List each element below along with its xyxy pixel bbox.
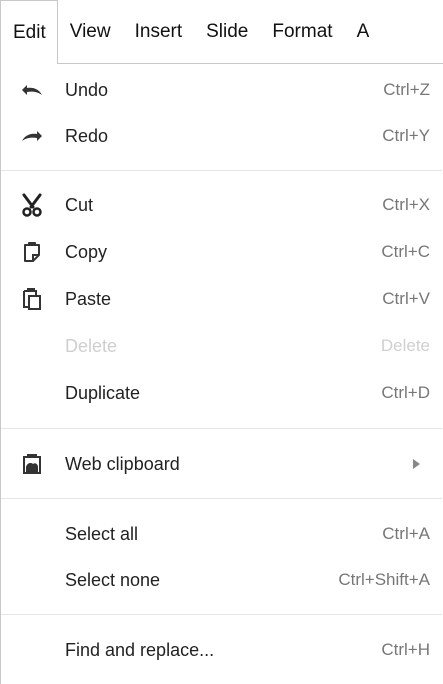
select-all-label: Select all [65, 523, 139, 544]
undo-icon [19, 77, 45, 103]
menu-view[interactable]: View [58, 0, 123, 64]
menu-item-cut[interactable]: Cut Ctrl+X [1, 185, 442, 225]
undo-shortcut: Ctrl+Z [383, 80, 430, 99]
menu-item-undo[interactable]: Undo Ctrl+Z [1, 70, 442, 110]
menu-item-paste[interactable]: Paste Ctrl+V [1, 279, 442, 319]
menu-item-redo[interactable]: Redo Ctrl+Y [1, 116, 442, 156]
copy-shortcut: Ctrl+C [381, 242, 430, 261]
menu-insert[interactable]: Insert [123, 0, 195, 64]
select-none-label: Select none [65, 569, 161, 590]
menu-item-duplicate[interactable]: Duplicate Ctrl+D [1, 373, 442, 413]
redo-icon [19, 123, 45, 149]
delete-label: Delete [65, 335, 118, 356]
menu-item-web-clipboard[interactable]: Web clipboard [1, 444, 442, 484]
menu-item-copy[interactable]: Copy Ctrl+C [1, 232, 442, 272]
menu-item-select-none[interactable]: Select none Ctrl+Shift+A [1, 560, 442, 600]
separator [1, 614, 442, 615]
edit-dropdown-menu: Undo Ctrl+Z Redo Ctrl+Y Cut Ctrl+X Copy … [0, 63, 443, 684]
scissors-icon [19, 192, 45, 218]
separator [1, 498, 442, 499]
undo-label: Undo [65, 79, 109, 100]
copy-icon [19, 239, 45, 265]
menu-item-delete: Delete Delete [1, 326, 442, 366]
select-none-shortcut: Ctrl+Shift+A [338, 570, 430, 589]
find-replace-label: Find and replace... [65, 639, 215, 660]
submenu-arrow-icon [413, 459, 420, 469]
menu-item-select-all[interactable]: Select all Ctrl+A [1, 514, 442, 554]
paste-shortcut: Ctrl+V [382, 289, 430, 308]
duplicate-shortcut: Ctrl+D [381, 383, 430, 402]
clipboard-icon [19, 451, 45, 477]
separator [1, 170, 442, 171]
find-replace-shortcut: Ctrl+H [381, 640, 430, 659]
web-clipboard-label: Web clipboard [65, 453, 180, 474]
cut-label: Cut [65, 194, 94, 215]
delete-shortcut: Delete [380, 336, 430, 355]
redo-shortcut: Ctrl+Y [382, 126, 430, 145]
menubar: Edit View Insert Slide Format A [0, 0, 443, 64]
redo-label: Redo [65, 125, 109, 146]
menu-item-find-replace[interactable]: Find and replace... Ctrl+H [1, 630, 442, 670]
menu-arrange[interactable]: A [345, 0, 382, 64]
menu-edit[interactable]: Edit [0, 0, 58, 64]
paste-label: Paste [65, 288, 112, 309]
menu-slide[interactable]: Slide [194, 0, 260, 64]
duplicate-label: Duplicate [65, 382, 141, 403]
separator [1, 428, 442, 429]
cut-shortcut: Ctrl+X [382, 195, 430, 214]
paste-icon [19, 286, 45, 312]
menu-format[interactable]: Format [260, 0, 344, 64]
select-all-shortcut: Ctrl+A [382, 524, 430, 543]
copy-label: Copy [65, 241, 108, 262]
